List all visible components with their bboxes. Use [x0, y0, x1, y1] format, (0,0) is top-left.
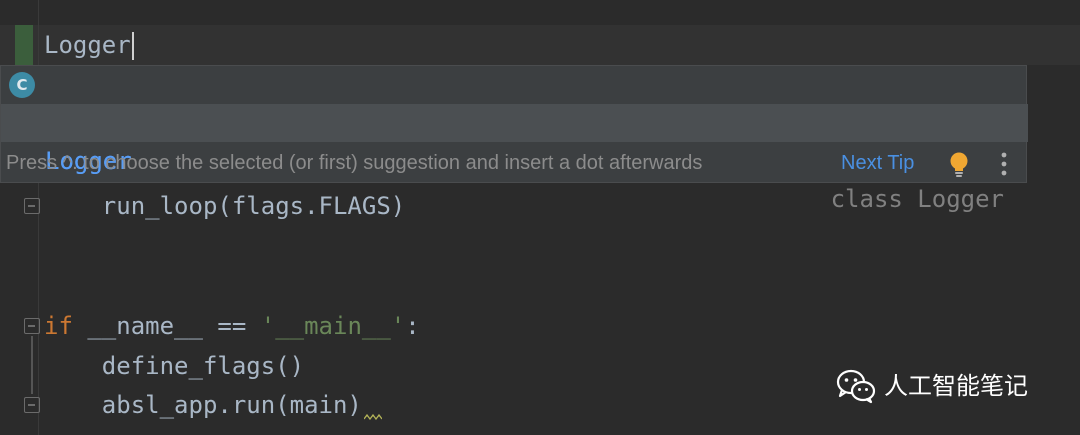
completion-item-type: class Logger	[830, 185, 1004, 213]
lightbulb-icon[interactable]	[947, 151, 971, 179]
code-fragment: :	[405, 312, 420, 340]
fold-end-icon[interactable]	[24, 397, 40, 413]
watermark-text: 人工智能笔记	[884, 372, 1028, 400]
watermark: 人工智能笔记	[836, 366, 1028, 406]
more-options-icon[interactable]	[1001, 152, 1007, 176]
class-icon: C	[9, 72, 35, 98]
current-code-line[interactable]: Logger	[44, 25, 134, 65]
code-line-define-flags[interactable]: define_flags()	[44, 346, 304, 386]
text-caret	[131, 32, 134, 60]
keyword-if: if	[44, 312, 73, 340]
string-literal: '__main__'	[260, 312, 406, 340]
completion-hint: Press ^. to choose the selected (or firs…	[6, 152, 703, 174]
code-line-if-main[interactable]: if __name__ == '__main__':	[44, 306, 420, 346]
code-fragment: __name__ ==	[72, 312, 261, 340]
completion-popup: C Logger Logger class Logger Press ^. to…	[0, 65, 1028, 213]
change-marker	[15, 25, 33, 65]
code-line-absl-run[interactable]: absl_app.run(main)	[44, 385, 362, 425]
next-tip-link[interactable]: Next Tip	[841, 143, 914, 183]
warning-squiggle	[364, 414, 382, 420]
completion-footer: Press ^. to choose the selected (or firs…	[1, 143, 1028, 183]
current-line-highlight	[0, 25, 1080, 65]
completion-item-selected[interactable]: Logger class Logger	[1, 104, 1028, 213]
typed-text: Logger	[44, 31, 131, 59]
code-line-run-loop[interactable]: run_loop(flags.FLAGS)	[44, 186, 405, 226]
wechat-icon	[836, 369, 876, 404]
completion-item[interactable]: C Logger	[1, 66, 1028, 175]
fold-start-icon[interactable]	[24, 318, 40, 334]
fold-guide-line	[31, 336, 33, 394]
